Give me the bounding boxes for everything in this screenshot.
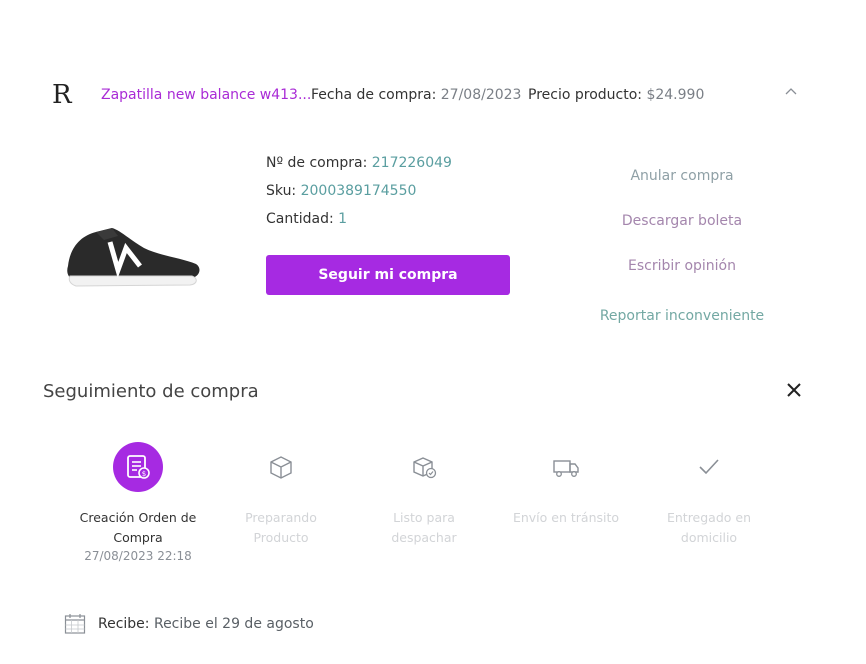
step-label-delivered: Entregado en domicilio: [639, 508, 779, 548]
step-label-line: domicilio: [680, 530, 738, 545]
cancel-order-link[interactable]: Anular compra: [590, 168, 774, 184]
track-order-button[interactable]: Seguir mi compra: [266, 255, 510, 295]
chevron-up-icon[interactable]: [784, 86, 798, 101]
quantity-label: Cantidad:: [266, 211, 334, 227]
order-number: Nº de compra: 217226049: [266, 155, 452, 171]
step-label-line: Creación Orden de: [79, 510, 197, 525]
brand-logo: R: [52, 80, 72, 110]
delivery-value: Recibe el 29 de agosto: [153, 616, 314, 632]
receipt-icon: $: [113, 442, 163, 492]
quantity: Cantidad: 1: [266, 211, 347, 227]
step-label-line: Entregado en: [666, 510, 752, 525]
step-label-created: Creación Orden de Compra: [68, 508, 208, 548]
box-icon: [256, 442, 306, 492]
purchase-date: Fecha de compra: 27/08/2023: [311, 87, 521, 103]
close-icon[interactable]: [786, 381, 802, 403]
purchase-date-label: Fecha de compra:: [311, 87, 437, 103]
shoe-image: [60, 218, 205, 297]
truck-icon: [541, 442, 591, 492]
step-label-ready: Listo para despachar: [354, 508, 494, 548]
sku: Sku: 2000389174550: [266, 183, 416, 199]
delivery-label: Recibe:: [98, 616, 150, 632]
step-label-line: Preparando: [245, 510, 317, 525]
product-name-link[interactable]: Zapatilla new balance w413...: [101, 87, 311, 103]
sku-label: Sku:: [266, 183, 297, 199]
sku-value: 2000389174550: [300, 183, 417, 199]
svg-text:$: $: [142, 470, 146, 478]
step-label-transit: Envío en tránsito: [496, 508, 636, 528]
delivery-estimate: Recibe: Recibe el 29 de agosto: [98, 616, 314, 632]
price-value: $24.990: [646, 87, 705, 103]
step-label-line: despachar: [391, 530, 457, 545]
order-number-label: Nº de compra:: [266, 155, 368, 171]
step-label-line: Envío en tránsito: [512, 510, 620, 525]
order-number-value: 217226049: [371, 155, 452, 171]
download-receipt-link[interactable]: Descargar boleta: [590, 213, 774, 229]
calendar-icon: [64, 613, 86, 639]
write-review-link[interactable]: Escribir opinión: [590, 258, 774, 274]
tracking-title: Seguimiento de compra: [43, 381, 259, 402]
quantity-value: 1: [338, 211, 348, 227]
step-label-line: Producto: [253, 530, 309, 545]
step-label-line: Compra: [113, 530, 163, 545]
product-price: Precio producto: $24.990: [528, 87, 704, 103]
report-issue-link[interactable]: Reportar inconveniente: [590, 308, 774, 324]
price-label: Precio producto:: [528, 87, 642, 103]
purchase-date-value: 27/08/2023: [440, 87, 522, 103]
step-label-preparing: Preparando Producto: [211, 508, 351, 548]
step-date: 27/08/2023 22:18: [84, 549, 192, 563]
check-icon: [684, 442, 734, 492]
package-ready-icon: [399, 442, 449, 492]
step-label-line: Listo para: [393, 510, 455, 525]
